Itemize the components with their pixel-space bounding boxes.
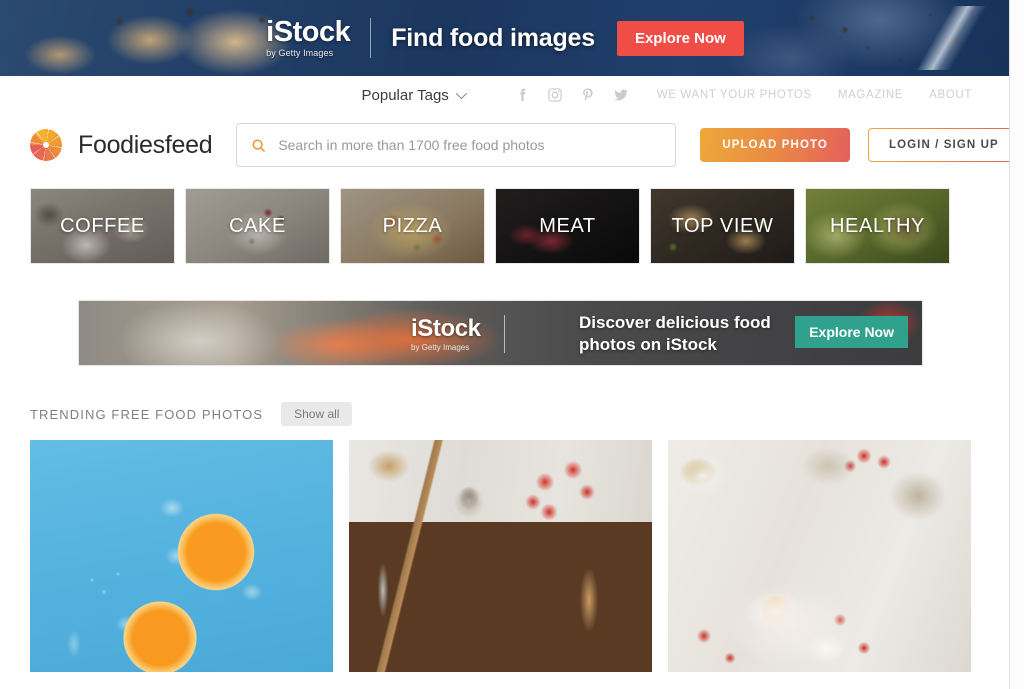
login-signup-button[interactable]: LOGIN / SIGN UP xyxy=(868,128,1009,162)
header-actions: UPLOAD PHOTO LOGIN / SIGN UP xyxy=(700,128,1009,162)
popular-tags-label: Popular Tags xyxy=(361,86,449,104)
category-label-healthy: HEALTHY xyxy=(830,214,925,237)
top-banner-content: iStock by Getty Images Find food images … xyxy=(0,0,1009,76)
scrollbar-thumb[interactable] xyxy=(1012,0,1023,150)
aperture-logo-icon xyxy=(30,129,62,161)
chevron-down-icon xyxy=(455,87,467,100)
trending-section-header: TRENDING FREE FOOD PHOTOS Show all xyxy=(0,366,1009,426)
photo-card-egg-toast[interactable] xyxy=(668,440,971,672)
istock-logo: iStock by Getty Images xyxy=(266,16,351,58)
utility-navigation: Popular Tags WE WANT YOUR PHOTOS MAGAZIN… xyxy=(0,76,1009,114)
brand-home-link[interactable]: Foodiesfeed xyxy=(30,129,213,161)
category-label-coffee: COFFEE xyxy=(60,214,145,237)
category-tile-meat[interactable]: MEAT xyxy=(495,188,640,264)
category-tile-coffee[interactable]: COFFEE xyxy=(30,188,175,264)
category-label-cake: CAKE xyxy=(229,214,286,237)
photo-image-burgers xyxy=(349,440,652,672)
nav-link-magazine[interactable]: MAGAZINE xyxy=(838,89,903,101)
top-banner-headline: Find food images xyxy=(391,23,595,52)
category-label-meat: MEAT xyxy=(539,214,596,237)
mid-banner-explore-now-button[interactable]: Explore Now xyxy=(795,316,908,348)
browser-viewport: iStock by Getty Images Find food images … xyxy=(0,0,1010,689)
brand-name: Foodiesfeed xyxy=(78,130,213,159)
istock-logo-subtext: by Getty Images xyxy=(266,48,334,58)
banner-divider xyxy=(370,18,372,58)
mid-banner-headline-line-2: photos on iStock xyxy=(579,335,717,355)
photo-grid xyxy=(0,426,1009,672)
mid-istock-banner-ad[interactable]: iStock by Getty Images Discover deliciou… xyxy=(78,300,923,366)
utility-nav-links: WE WANT YOUR PHOTOS MAGAZINE ABOUT xyxy=(657,89,972,101)
category-label-top-view: TOP VIEW xyxy=(671,214,774,237)
photo-image-egg-toast xyxy=(668,440,971,672)
top-banner-explore-now-button[interactable]: Explore Now xyxy=(616,20,744,56)
social-links xyxy=(514,87,629,103)
category-tile-healthy[interactable]: HEALTHY xyxy=(805,188,950,264)
mid-banner-region: iStock by Getty Images Discover deliciou… xyxy=(0,264,1009,366)
trending-title: TRENDING FREE FOOD PHOTOS xyxy=(30,406,264,422)
photo-card-oranges[interactable] xyxy=(30,440,333,672)
mid-banner-istock-logo-subtext: by Getty Images xyxy=(411,343,470,352)
mid-banner-istock-logo-text: iStock xyxy=(411,315,481,342)
show-all-button[interactable]: Show all xyxy=(281,402,353,426)
popular-tags-dropdown[interactable]: Popular Tags xyxy=(361,86,467,104)
page-root: iStock by Getty Images Find food images … xyxy=(0,0,1024,689)
search-bar[interactable] xyxy=(236,123,677,167)
upload-photo-button[interactable]: UPLOAD PHOTO xyxy=(700,128,850,162)
facebook-icon[interactable] xyxy=(514,87,530,103)
category-tiles: COFFEE CAKE PIZZA MEAT TOP VIEW HEALTHY xyxy=(0,176,1009,264)
nav-link-about[interactable]: ABOUT xyxy=(929,89,972,101)
mid-banner-headline-line-1: Discover delicious food xyxy=(579,313,771,332)
mid-banner-divider xyxy=(504,315,505,353)
instagram-icon[interactable] xyxy=(547,87,563,103)
search-icon xyxy=(252,138,266,152)
photo-card-burgers[interactable] xyxy=(349,440,652,672)
category-label-pizza: PIZZA xyxy=(382,214,443,237)
category-tile-cake[interactable]: CAKE xyxy=(185,188,330,264)
nav-link-we-want-your-photos[interactable]: WE WANT YOUR PHOTOS xyxy=(657,89,812,101)
istock-logo-text: iStock xyxy=(266,16,351,48)
category-tile-top-view[interactable]: TOP VIEW xyxy=(650,188,795,264)
pinterest-icon[interactable] xyxy=(580,87,596,103)
mid-banner-headline: Discover delicious food photos on iStock xyxy=(579,312,771,357)
top-istock-banner-ad[interactable]: iStock by Getty Images Find food images … xyxy=(0,0,1009,76)
mid-banner-istock-logo: iStock by Getty Images xyxy=(411,315,481,353)
search-input[interactable] xyxy=(278,137,662,153)
site-header: Foodiesfeed UPLOAD PHOTO LOGIN / SIGN UP xyxy=(0,114,1009,176)
photo-image-oranges xyxy=(30,440,333,672)
category-tile-pizza[interactable]: PIZZA xyxy=(340,188,485,264)
twitter-icon[interactable] xyxy=(613,87,629,103)
page-scrollbar[interactable] xyxy=(1011,0,1024,689)
